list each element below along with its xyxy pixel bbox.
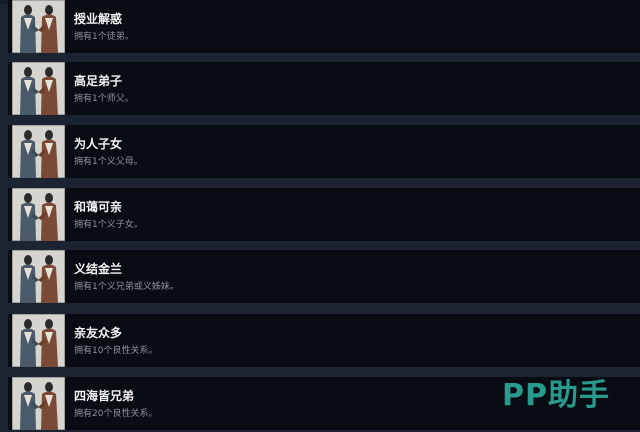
achievement-row: 高足弟子 拥有1个师父。 (8, 62, 640, 115)
achievement-desc: 拥有1个义兄弟或义姊妹。 (74, 282, 179, 292)
achievement-title: 和蔼可亲 (74, 200, 123, 214)
two-figures-icon (12, 377, 65, 430)
achievement-desc: 拥有1个义子女。 (74, 220, 143, 230)
two-figures-icon (12, 250, 65, 303)
achievement-title: 亲友众多 (74, 326, 123, 340)
watermark-logo: PP助手 (502, 378, 610, 413)
achievement-row: 为人子女 拥有1个义父母。 (8, 125, 640, 178)
achievement-list: 授业解惑 拥有1个徒弟。 高足弟子 拥有1个师父。 为人子女 拥有1个义父母。 … (0, 0, 640, 432)
two-figures-icon (12, 188, 65, 241)
achievement-desc: 拥有1个师父。 (74, 94, 134, 104)
achievement-title: 四海皆兄弟 (74, 389, 135, 403)
achievement-title: 为人子女 (74, 137, 123, 151)
achievement-title: 高足弟子 (74, 74, 123, 88)
achievement-desc: 拥有1个义父母。 (74, 157, 143, 167)
two-figures-icon (12, 0, 65, 53)
achievement-title: 义结金兰 (74, 262, 123, 276)
two-figures-icon (12, 125, 65, 178)
achievement-desc: 拥有20个良性关系。 (74, 409, 158, 419)
achievement-title: 授业解惑 (74, 12, 123, 26)
achievement-row: 和蔼可亲 拥有1个义子女。 (8, 188, 640, 241)
achievement-desc: 拥有1个徒弟。 (74, 32, 134, 42)
achievement-row: 授业解惑 拥有1个徒弟。 (8, 0, 640, 53)
two-figures-icon (12, 62, 65, 115)
achievement-row: 义结金兰 拥有1个义兄弟或义姊妹。 (8, 250, 640, 303)
two-figures-icon (12, 314, 65, 367)
achievement-row: 亲友众多 拥有10个良性关系。 (8, 314, 640, 367)
achievement-desc: 拥有10个良性关系。 (74, 346, 158, 356)
